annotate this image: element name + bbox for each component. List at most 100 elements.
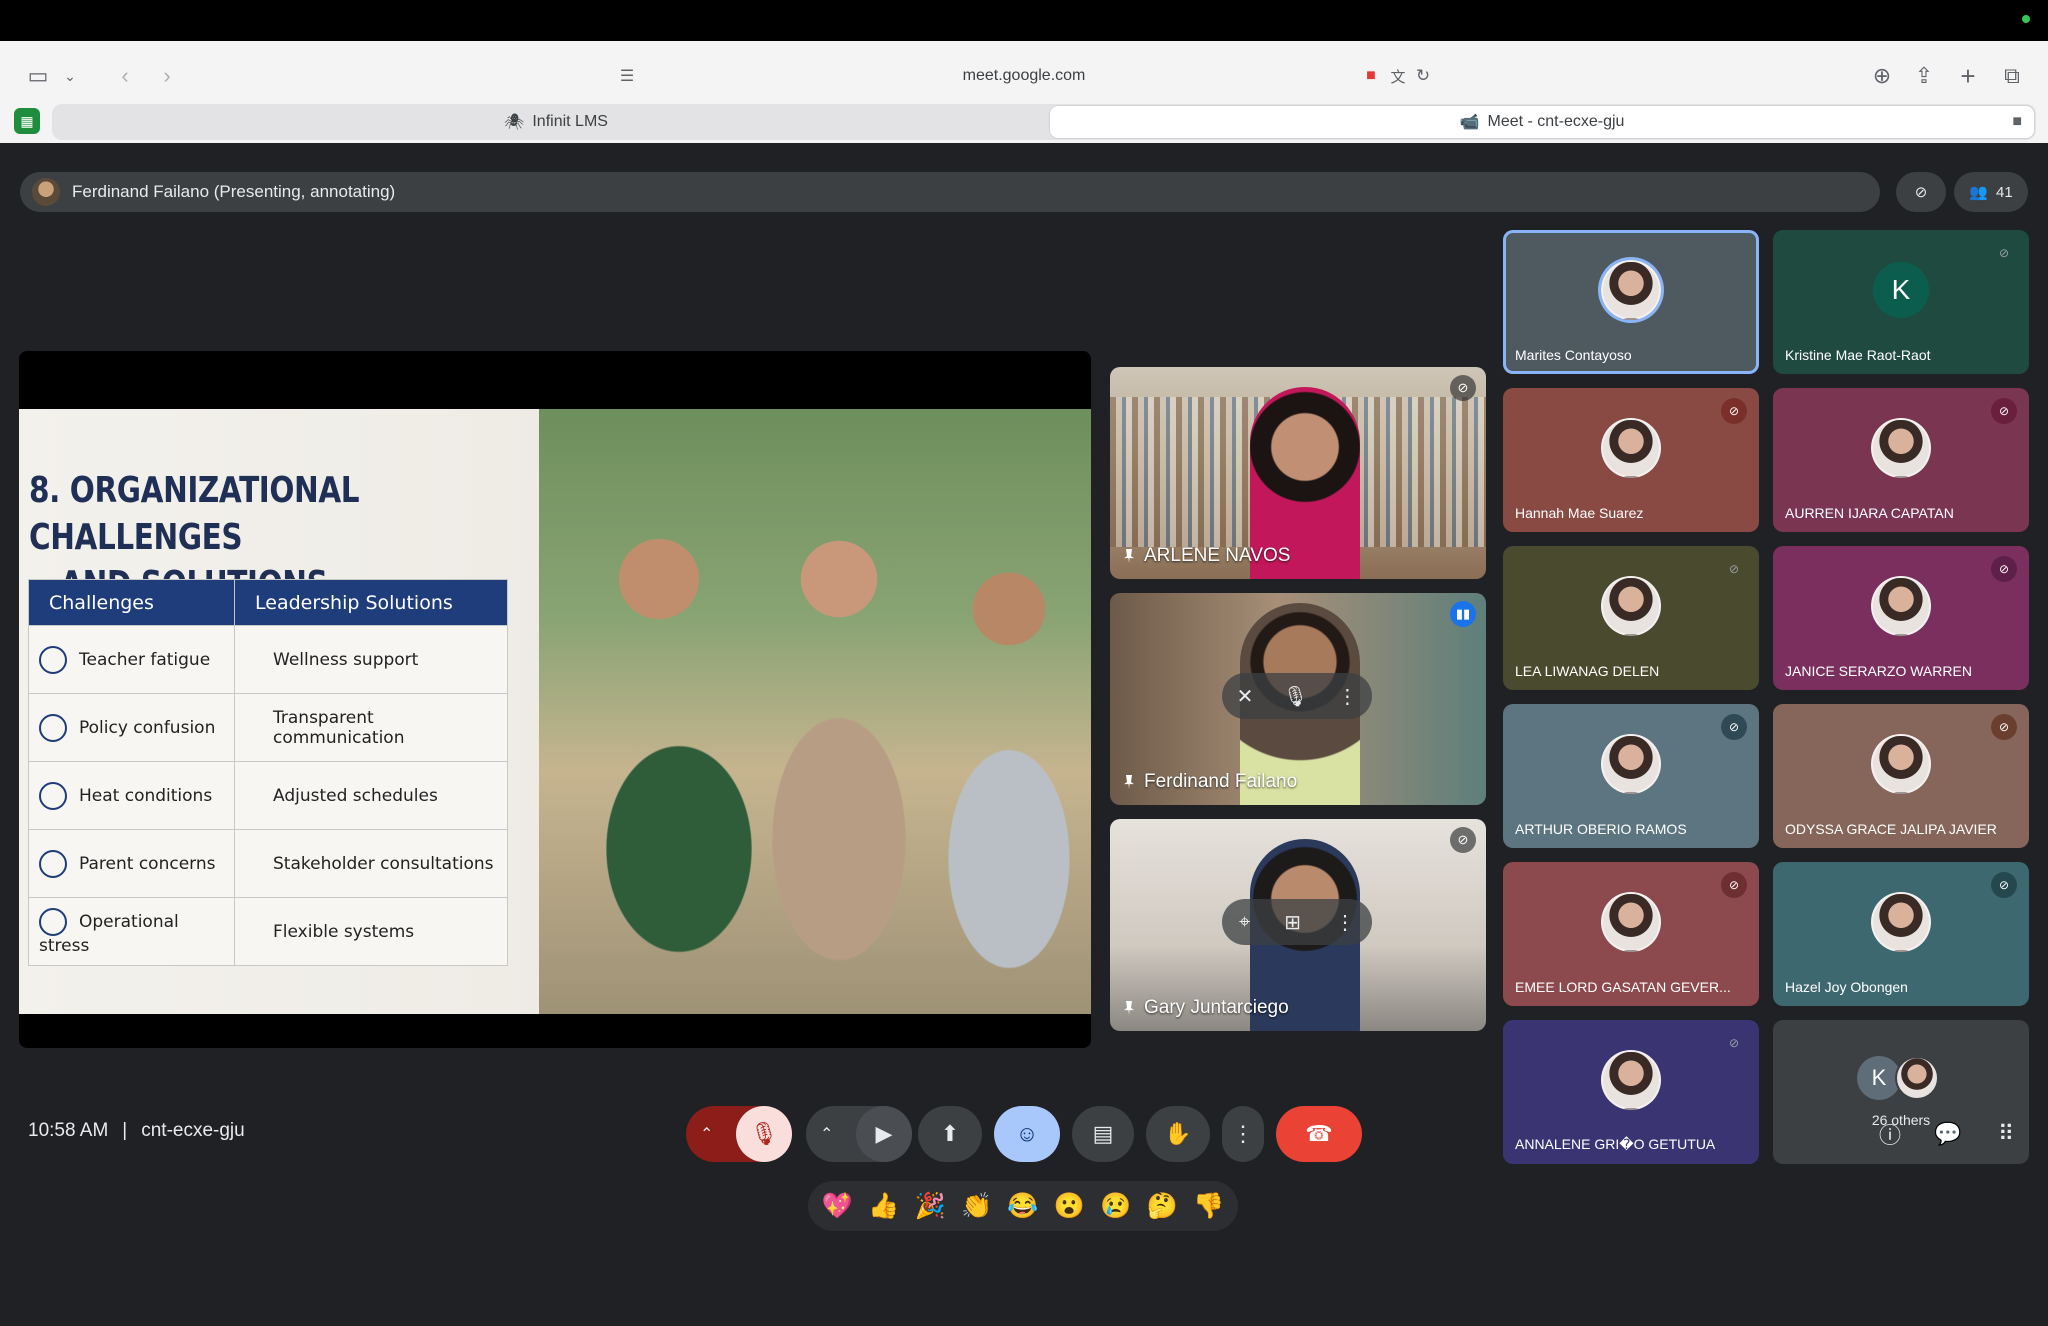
tile-overlay-controls: ✕ 🎙 ⋮ [1222, 673, 1372, 719]
video-tile-gary[interactable]: ⊘ ⌖ ⊞ ⋮ Gary Juntarciego [1110, 819, 1486, 1031]
meet-stage: Ferdinand Failano (Presenting, annotatin… [0, 143, 2048, 1326]
mic-off-icon: ⊘ [1991, 556, 2017, 582]
frame-person-icon[interactable]: ⌖ [1239, 911, 1250, 934]
participant-name: AURREN IJARA CAPATAN [1785, 505, 1954, 521]
camera-icon[interactable]: ▶ [856, 1106, 912, 1162]
participants-button[interactable]: 👥 41 [1954, 172, 2028, 212]
participant-avatar [1601, 418, 1661, 479]
video-tile-name: Gary Juntarciego [1124, 997, 1289, 1019]
thinking-reaction-icon[interactable]: 🤔 [1147, 1192, 1178, 1221]
chat-icon[interactable]: 💬 [1928, 1114, 1968, 1154]
thumbs-up-reaction-icon[interactable]: 👍 [868, 1192, 899, 1221]
meeting-info: 10:58 AM | cnt-ecxe-gju [28, 1120, 245, 1142]
participant-tile[interactable]: ⊘ Hazel Joy Obongen [1773, 862, 2029, 1006]
party-reaction-icon[interactable]: 🎉 [915, 1192, 946, 1221]
clap-reaction-icon[interactable]: 👏 [961, 1192, 992, 1221]
forward-icon[interactable]: › [152, 54, 182, 98]
more-options-button[interactable]: ⋮ [1222, 1106, 1264, 1162]
solution-cell: Adjusted schedules [234, 761, 508, 830]
participant-name: Hannah Mae Suarez [1515, 505, 1644, 521]
downloads-icon[interactable]: ⊕ [1866, 54, 1898, 98]
participant-tile[interactable]: Marites Contayoso [1503, 230, 1759, 374]
solution-cell: Stakeholder consultations [234, 829, 508, 898]
add-to-stage-icon[interactable]: ⊞ [1284, 910, 1301, 935]
heart-reaction-icon[interactable]: 💖 [822, 1192, 853, 1221]
speaking-indicator-icon: ▮▮ [1450, 601, 1476, 627]
slide: 8. ORGANIZATIONAL CHALLENGES AND SOLUTIO… [19, 409, 1091, 1014]
challenge-cell: Teacher fatigue [79, 649, 211, 670]
participant-tile[interactable]: ⊘ ODYSSA GRACE JALIPA JAVIER [1773, 704, 2029, 848]
raise-hand-button[interactable]: ✋ [1146, 1106, 1210, 1162]
camera-in-use-icon[interactable]: ■ [1360, 59, 1382, 93]
participant-tile[interactable]: ⊘ LEA LIWANAG DELEN [1503, 546, 1759, 690]
address-bar[interactable]: meet.google.com [600, 54, 1448, 98]
video-tile-name: ARLENE NAVOS [1124, 545, 1290, 567]
tab-infinit-lms[interactable]: 🕷 Infinit LMS [56, 106, 1056, 138]
table-row: Teacher fatigue Wellness support [28, 625, 508, 694]
participant-avatar [1601, 260, 1661, 321]
reactions-bar: 💖 👍 🎉 👏 😂 😮 😢 🤔 👎 [808, 1181, 1238, 1231]
emoji-button[interactable]: ☺ [994, 1106, 1060, 1162]
mic-off-icon: ⊘ [1450, 375, 1476, 401]
brain-icon [39, 645, 67, 674]
participant-tile[interactable]: ⊘ EMEE LORD GASATAN GEVER... [1503, 862, 1759, 1006]
video-options-chevron-icon[interactable]: ⌃ [820, 1124, 833, 1144]
mic-off-icon: ⊘ [1721, 714, 1747, 740]
share-icon[interactable]: ⇪ [1908, 54, 1940, 98]
sad-reaction-icon[interactable]: 😢 [1100, 1192, 1131, 1221]
new-tab-icon[interactable]: + [1952, 54, 1984, 98]
audio-options-chevron-icon[interactable]: ⌃ [700, 1124, 713, 1144]
participants-count: 41 [1996, 183, 2013, 201]
surprised-reaction-icon[interactable]: 😮 [1054, 1192, 1085, 1221]
unpin-icon[interactable]: ✕ [1237, 684, 1254, 709]
activities-icon[interactable]: ⠿ [1986, 1114, 2026, 1154]
thumbs-down-reaction-icon[interactable]: 👎 [1193, 1192, 1224, 1221]
presenter-banner[interactable]: Ferdinand Failano (Presenting, annotatin… [20, 172, 1880, 212]
mic-off-icon: ⊘ [1991, 872, 2017, 898]
translate-icon[interactable]: 文 [1386, 59, 1410, 93]
participant-avatar [1601, 734, 1661, 795]
chevron-down-icon[interactable]: ⌄ [58, 54, 82, 98]
back-icon[interactable]: ‹ [110, 54, 140, 98]
solution-cell: Flexible systems [234, 897, 508, 966]
reload-icon[interactable]: ↻ [1412, 59, 1434, 93]
people-icon: 👥 [1969, 184, 1988, 201]
participant-tile[interactable]: ⊘ Hannah Mae Suarez [1503, 388, 1759, 532]
participant-tile[interactable]: ⊘ JANICE SERARZO WARREN [1773, 546, 2029, 690]
sidebar-toggle-icon[interactable]: ▭ [22, 54, 54, 98]
mic-off-icon: ⊘ [1728, 562, 1740, 576]
sheets-pinned-tab-icon[interactable]: ▦ [14, 108, 40, 134]
participant-tile[interactable]: ⊘ AURREN IJARA CAPATAN [1773, 388, 2029, 532]
more-options-icon[interactable]: ⋮ [1335, 910, 1355, 935]
participant-avatar [1871, 734, 1931, 795]
present-screen-button[interactable]: ⬆ [918, 1106, 982, 1162]
system-menu-bar [0, 0, 2048, 41]
leave-call-button[interactable]: ☎ [1276, 1106, 1362, 1162]
stress-icon [39, 907, 67, 936]
mute-participant-icon[interactable]: 🎙 [1283, 684, 1308, 709]
people-icon [39, 849, 67, 878]
participant-tile[interactable]: ⊘ ANNALENE GRI�O GETUTUA [1503, 1020, 1759, 1164]
stop-presenting-icon[interactable]: ⊘ [1896, 172, 1946, 212]
participant-tile[interactable]: K ⊘ Kristine Mae Raot-Raot [1773, 230, 2029, 374]
laugh-reaction-icon[interactable]: 😂 [1007, 1192, 1038, 1221]
mic-off-icon: ⊘ [1721, 872, 1747, 898]
mic-off-icon[interactable]: 🎙 [736, 1106, 792, 1162]
video-tile-name: Ferdinand Failano [1124, 771, 1297, 793]
meeting-details-icon[interactable]: ⓘ [1870, 1114, 1910, 1154]
presentation-view[interactable]: 8. ORGANIZATIONAL CHALLENGES AND SOLUTIO… [19, 351, 1091, 1048]
status-indicator [2022, 15, 2030, 23]
tab-meet[interactable]: 📹 Meet - cnt-ecxe-gju ■ [1050, 106, 2034, 138]
mic-control-group: ⌃ 🎙 [686, 1106, 792, 1162]
participant-name: ODYSSA GRACE JALIPA JAVIER [1785, 821, 1997, 837]
captions-icon: ▤ [1092, 1121, 1114, 1146]
video-tile-arlene[interactable]: ⊘ ARLENE NAVOS [1110, 367, 1486, 579]
more-options-icon[interactable]: ⋮ [1337, 684, 1357, 709]
document-icon [39, 713, 67, 742]
captions-button[interactable]: ▤ [1072, 1106, 1134, 1162]
participant-tile[interactable]: ⊘ ARTHUR OBERIO RAMOS [1503, 704, 1759, 848]
video-tile-ferdinand[interactable]: ▮▮ ✕ 🎙 ⋮ Ferdinand Failano [1110, 593, 1486, 805]
solution-cell: Transparent communication [234, 693, 508, 762]
tab-overview-icon[interactable]: ⧉ [1996, 54, 2028, 98]
slide-photo [539, 409, 1091, 1014]
